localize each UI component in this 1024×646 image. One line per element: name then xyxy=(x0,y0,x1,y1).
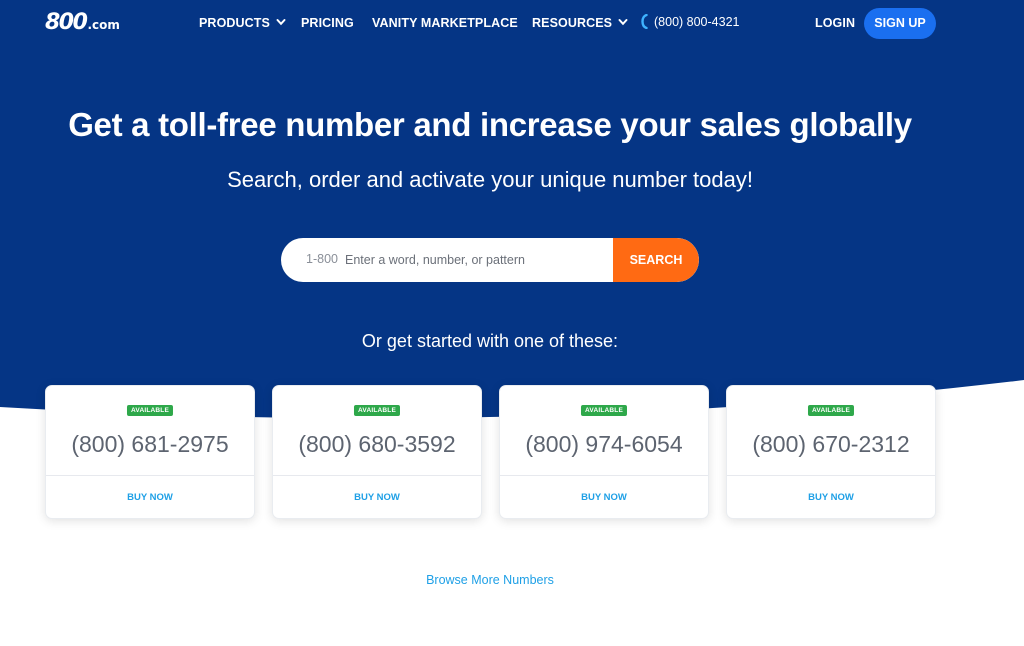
nav-resources[interactable]: RESOURCES xyxy=(532,16,628,30)
buy-now-button[interactable]: BUY NOW xyxy=(727,492,935,503)
number-card: AVAILABLE (800) 680-3592 BUY NOW xyxy=(272,385,482,519)
number-card: AVAILABLE (800) 681-2975 BUY NOW xyxy=(45,385,255,519)
card-divider xyxy=(727,475,935,476)
logo-suffix-text: .com xyxy=(87,18,120,32)
nav-pricing-label: PRICING xyxy=(301,16,354,30)
chevron-down-icon xyxy=(276,19,286,26)
card-divider xyxy=(500,475,708,476)
phone-number-option: (800) 681-2975 xyxy=(71,431,229,457)
buy-now-button[interactable]: BUY NOW xyxy=(500,492,708,503)
nav-resources-label: RESOURCES xyxy=(532,16,613,30)
available-badge: AVAILABLE xyxy=(126,405,174,416)
get-started-text: Or get started with one of these: xyxy=(361,331,619,351)
phone-icon xyxy=(641,14,648,30)
available-badge: AVAILABLE xyxy=(353,405,401,416)
phone-link[interactable]: (800) 800-4321 xyxy=(640,14,740,30)
hero-subheadline: Search, order and activate your unique n… xyxy=(227,167,753,192)
number-search-bar: 1-800 SEARCH xyxy=(281,238,699,282)
nav-vanity-marketplace[interactable]: VANITY MARKETPLACE xyxy=(372,16,518,30)
logo-main-text: 800 xyxy=(45,10,88,35)
number-card: AVAILABLE (800) 974-6054 BUY NOW xyxy=(499,385,709,519)
login-link[interactable]: LOGIN xyxy=(815,16,855,30)
phone-number-option: (800) 670-2312 xyxy=(752,431,910,457)
search-input[interactable] xyxy=(345,244,607,276)
buy-now-button[interactable]: BUY NOW xyxy=(46,492,254,503)
nav-vanity-label: VANITY MARKETPLACE xyxy=(372,16,518,30)
nav-pricing[interactable]: PRICING xyxy=(301,16,354,30)
search-prefix: 1-800 xyxy=(306,252,338,266)
phone-number-option: (800) 680-3592 xyxy=(298,431,456,457)
login-label: LOGIN xyxy=(815,16,856,30)
search-button[interactable]: SEARCH xyxy=(613,238,699,282)
hero-headline: Get a toll-free number and increase your… xyxy=(68,106,912,143)
phone-number-option: (800) 974-6054 xyxy=(525,431,683,457)
card-divider xyxy=(46,475,254,476)
buy-now-button[interactable]: BUY NOW xyxy=(273,492,481,503)
signup-button[interactable]: SIGN UP xyxy=(864,8,936,39)
number-card: AVAILABLE (800) 670-2312 BUY NOW xyxy=(726,385,936,519)
site-logo[interactable]: 800.com xyxy=(45,10,120,35)
chevron-down-icon xyxy=(618,19,628,26)
top-navigation: 800.com PRODUCTS PRICING VANITY MARKETPL… xyxy=(0,0,1024,46)
nav-products-label: PRODUCTS xyxy=(199,16,270,30)
available-badge: AVAILABLE xyxy=(580,405,628,416)
hero-section xyxy=(0,0,1024,430)
available-badge: AVAILABLE xyxy=(807,405,855,416)
browse-more-numbers-link[interactable]: Browse More Numbers xyxy=(0,573,980,587)
phone-number: (800) 800-4321 xyxy=(654,15,740,29)
card-divider xyxy=(273,475,481,476)
nav-products[interactable]: PRODUCTS xyxy=(199,16,286,30)
